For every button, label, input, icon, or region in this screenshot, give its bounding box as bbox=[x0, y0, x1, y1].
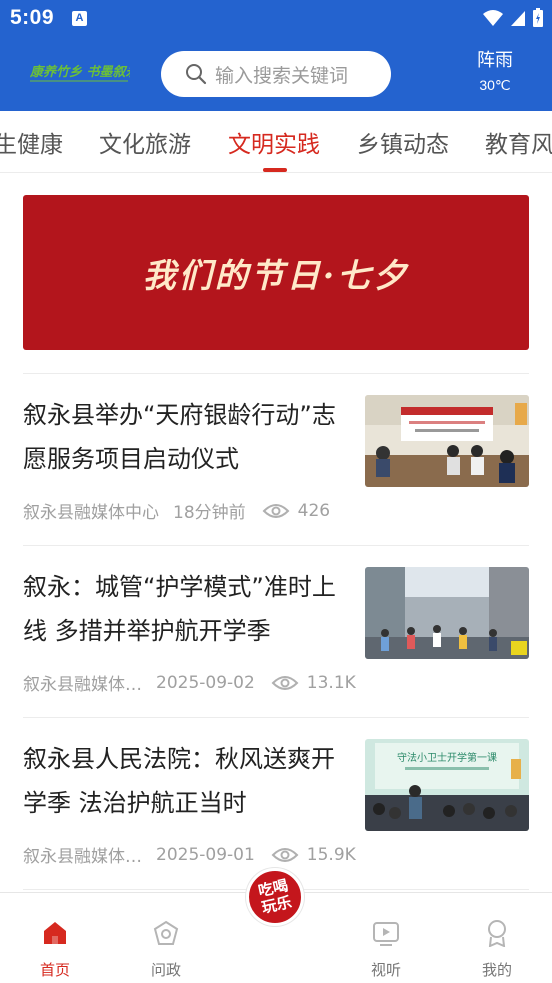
center-badge-text: 吃喝玩乐 bbox=[256, 876, 294, 917]
news-thumbnail bbox=[365, 567, 529, 659]
app-screen: 5:09 A 康养竹乡 书墨叙永 输入搜索关键词 阵雨 30℃ 生健康 文化旅游… bbox=[0, 0, 552, 983]
profile-icon bbox=[488, 920, 506, 947]
svg-text:康养竹乡 书墨叙永: 康养竹乡 书墨叙永 bbox=[29, 64, 130, 80]
eye-icon bbox=[271, 847, 299, 862]
nav-home-label: 首页 bbox=[39, 961, 70, 979]
festival-banner[interactable]: 我们的节日·七夕 bbox=[23, 195, 529, 350]
tab-township-news[interactable]: 乡镇动态 bbox=[357, 125, 449, 159]
news-title: 叙永县人民法院：秋风送爽开学季 法治护航正当时 bbox=[23, 745, 335, 817]
nav-profile-label: 我的 bbox=[481, 961, 512, 979]
news-item[interactable]: 叙永：城管“护学模式”准时上线 多措并举护航开学季 叙永县融媒体… 2025-0… bbox=[0, 545, 552, 710]
home-icon bbox=[44, 922, 66, 944]
tv-icon bbox=[373, 922, 399, 946]
nav-inquiry[interactable]: 问政 bbox=[126, 893, 206, 983]
weather-condition: 阵雨 bbox=[477, 50, 513, 71]
news-meta: 叙永县融媒体中心 18分钟前 426 bbox=[23, 498, 331, 524]
news-item[interactable]: 叙永县举办“天府银龄行动”志愿服务项目启动仪式 叙永县融媒体中心 18分钟前 4… bbox=[0, 373, 552, 538]
eye-icon bbox=[271, 675, 299, 690]
status-time: 5:09 bbox=[10, 6, 55, 29]
news-thumbnail bbox=[365, 395, 529, 487]
signal-icon bbox=[511, 11, 525, 26]
nav-profile[interactable]: 我的 bbox=[457, 893, 537, 983]
thumbnail-caption: 守法小卫士开学第一课 bbox=[397, 751, 497, 764]
wifi-icon bbox=[483, 10, 503, 26]
news-title: 叙永县举办“天府银龄行动”志愿服务项目启动仪式 bbox=[23, 401, 336, 473]
notification-icon: A bbox=[72, 11, 87, 26]
status-bar: 5:09 A bbox=[0, 0, 552, 36]
news-meta: 叙永县融媒体… 2025-09-02 13.1K bbox=[23, 670, 356, 696]
tab-civilization-practice[interactable]: 文明实践 bbox=[228, 125, 320, 159]
news-meta: 叙永县融媒体… 2025-09-01 15.9K bbox=[23, 842, 356, 868]
tab-health[interactable]: 生健康 bbox=[0, 125, 63, 159]
news-source: 叙永县融媒体… bbox=[23, 675, 142, 695]
view-count: 426 bbox=[297, 500, 331, 521]
search-placeholder: 输入搜索关键词 bbox=[215, 64, 349, 87]
status-icons bbox=[482, 8, 544, 28]
news-source: 叙永县融媒体… bbox=[23, 847, 142, 867]
app-header: 康养竹乡 书墨叙永 输入搜索关键词 阵雨 30℃ bbox=[0, 36, 552, 111]
tab-culture-tourism[interactable]: 文化旅游 bbox=[99, 125, 191, 159]
news-title: 叙永：城管“护学模式”准时上线 多措并举护航开学季 bbox=[23, 573, 336, 645]
search-bar[interactable]: 输入搜索关键词 bbox=[161, 51, 391, 97]
view-count: 13.1K bbox=[306, 672, 356, 693]
inquiry-icon bbox=[153, 920, 179, 945]
news-thumbnail: 守法小卫士开学第一课 bbox=[365, 739, 529, 831]
view-count: 15.9K bbox=[306, 844, 356, 865]
nav-inquiry-label: 问政 bbox=[150, 961, 181, 979]
news-item[interactable]: 叙永县人民法院：秋风送爽开学季 法治护航正当时 叙永县融媒体… 2025-09-… bbox=[0, 717, 552, 882]
search-icon bbox=[186, 64, 207, 85]
news-time: 18分钟前 bbox=[173, 503, 246, 523]
news-time: 2025-09-02 bbox=[156, 672, 255, 693]
nav-media[interactable]: 视听 bbox=[346, 893, 426, 983]
weather-temperature: 30℃ bbox=[479, 77, 511, 93]
nav-home[interactable]: 首页 bbox=[15, 893, 95, 983]
eye-icon bbox=[262, 503, 290, 518]
news-source: 叙永县融媒体中心 bbox=[23, 503, 159, 523]
tab-education[interactable]: 教育风 bbox=[485, 125, 552, 159]
weather-widget[interactable]: 阵雨 30℃ bbox=[470, 50, 520, 95]
active-tab-indicator bbox=[263, 168, 287, 172]
battery-icon bbox=[533, 8, 543, 27]
news-time: 2025-09-01 bbox=[156, 844, 255, 865]
category-tabs: 生健康 文化旅游 文明实践 乡镇动态 教育风 bbox=[0, 111, 552, 173]
banner-title: 我们的节日·七夕 bbox=[142, 255, 410, 295]
app-logo[interactable]: 康养竹乡 书墨叙永 bbox=[28, 56, 130, 86]
nav-media-label: 视听 bbox=[370, 961, 401, 979]
center-activity-button[interactable]: 吃喝玩乐 bbox=[246, 868, 304, 926]
